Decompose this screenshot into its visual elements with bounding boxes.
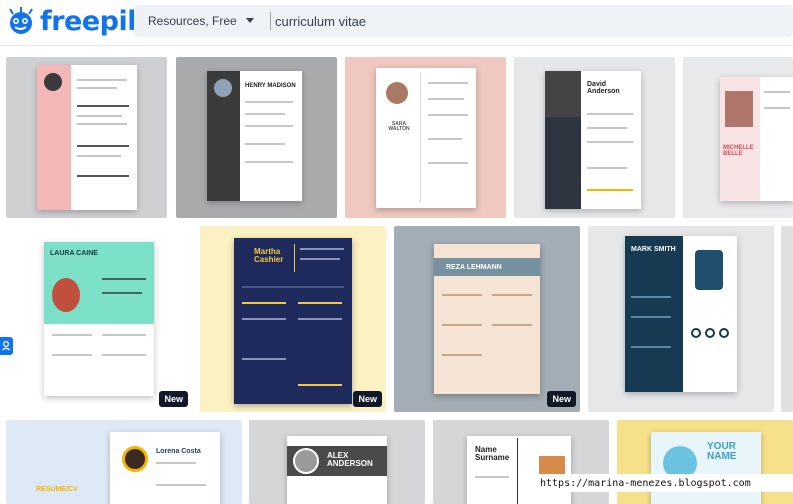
resume-name: HENRY MADISON: [245, 83, 296, 89]
resume-preview: MICHELLE BELLE: [720, 77, 793, 201]
brand-name: freepik: [40, 5, 145, 37]
new-badge: New: [547, 391, 576, 407]
filter-label: Resources, Free: [148, 14, 237, 28]
resume-preview: LAURA CAINE: [44, 242, 154, 396]
freepik-logo[interactable]: freepik: [6, 4, 145, 38]
user-icon: [2, 340, 10, 351]
template-tile-5[interactable]: MICHELLE BELLE: [683, 57, 793, 218]
chevron-down-icon: [246, 18, 254, 23]
resume-name: Lorena Costa: [156, 448, 201, 455]
resume-name: David Anderson: [587, 81, 620, 95]
resume-preview: David Anderson: [545, 71, 641, 209]
search-bar: Resources, Free: [134, 5, 793, 37]
blog-watermark: https://marina-menezes.blogspot.com: [538, 474, 793, 492]
resource-filter-dropdown[interactable]: Resources, Free: [134, 5, 264, 37]
resume-tag: RESUME/CV: [36, 486, 78, 493]
freepik-logo-icon: [9, 7, 33, 34]
search-divider: [270, 12, 271, 30]
resume-preview: Lorena Costa: [110, 432, 220, 504]
resume-preview: [37, 65, 137, 210]
top-bar: freepik Resources, Free: [0, 0, 793, 46]
template-tile-1[interactable]: [6, 57, 167, 218]
resume-name: MARK SMITH: [631, 246, 676, 253]
template-tile-7[interactable]: Martha Cashier New: [200, 226, 386, 412]
template-tile-11[interactable]: ALEX ANDERSON: [249, 420, 425, 504]
resume-preview: ALEX ANDERSON: [287, 436, 387, 504]
new-badge: New: [353, 391, 382, 407]
resume-preview: REZA LEHMANN: [434, 244, 540, 394]
resume-name: SARA WALTON: [388, 121, 410, 132]
resume-preview: MARK SMITH: [625, 236, 737, 392]
resume-name: REZA LEHMANN: [446, 264, 502, 271]
template-tile-10[interactable]: Lorena Costa RESUME/CV: [6, 420, 242, 504]
search-input[interactable]: [275, 5, 775, 37]
template-tile-2[interactable]: HENRY MADISON: [176, 57, 337, 218]
resume-preview: Name Surname: [467, 436, 571, 504]
template-tile-3[interactable]: SARA WALTON: [345, 57, 506, 218]
resume-name: Name Surname: [475, 445, 510, 462]
template-tile-4[interactable]: David Anderson: [514, 57, 675, 218]
resume-name: YOUR NAME: [707, 441, 737, 462]
resume-name: ALEX ANDERSON: [327, 451, 373, 468]
resume-preview: YOUR NAME: [651, 432, 761, 504]
template-tile-6[interactable]: LAURA CAINE New: [6, 226, 192, 412]
template-tile-9[interactable]: MARK SMITH: [588, 226, 774, 412]
resume-preview: HENRY MADISON: [207, 71, 302, 201]
resume-name: Martha Cashier: [254, 247, 284, 264]
side-panel-toggle[interactable]: [0, 337, 13, 355]
template-tile-9b[interactable]: [781, 226, 793, 412]
resume-name: LAURA CAINE: [50, 250, 98, 257]
resume-preview: SARA WALTON: [376, 68, 476, 208]
new-badge: New: [159, 391, 188, 407]
resume-name: MICHELLE BELLE: [723, 145, 754, 157]
template-tile-8[interactable]: REZA LEHMANN New: [394, 226, 580, 412]
resume-preview: Martha Cashier: [234, 238, 352, 404]
